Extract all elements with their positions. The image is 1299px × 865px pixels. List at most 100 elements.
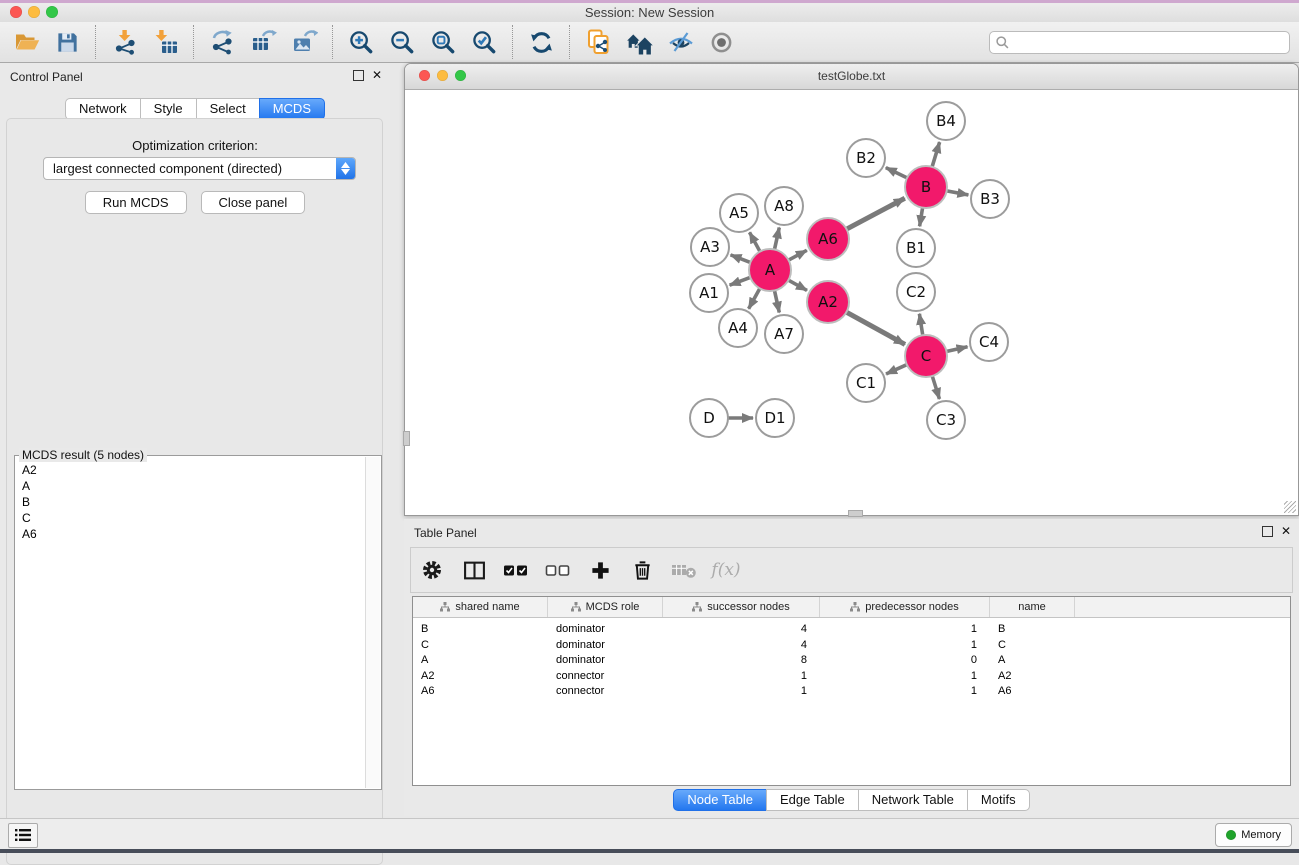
table-settings-button[interactable] [411, 550, 453, 590]
delete-columns-button[interactable] [621, 550, 663, 590]
graph-edge-A-A3[interactable] [731, 255, 753, 263]
graph-node-B3[interactable]: B3 [971, 180, 1009, 218]
cell-name[interactable]: C [990, 638, 1075, 654]
graph-node-A4[interactable]: A4 [719, 309, 757, 347]
window-edge-handle-bottom[interactable] [848, 510, 863, 517]
graph-edge-A-A1[interactable] [730, 277, 753, 286]
task-history-button[interactable] [8, 823, 38, 848]
clear-table-button[interactable] [663, 550, 705, 590]
search-field[interactable] [989, 31, 1290, 54]
select-all-button[interactable] [495, 550, 537, 590]
graph-node-D1[interactable]: D1 [756, 399, 794, 437]
cell-successor-nodes[interactable]: 4 [663, 622, 820, 638]
import-table-button[interactable] [145, 23, 186, 61]
tab-network[interactable]: Network [65, 98, 141, 120]
function-builder-button[interactable]: f(x) [705, 550, 747, 590]
close-panel-icon[interactable]: ✕ [372, 69, 382, 81]
graph-node-C[interactable]: C [905, 335, 947, 377]
column-header-shared-name[interactable]: shared name [413, 597, 548, 617]
cell-successor-nodes[interactable]: 1 [663, 684, 820, 700]
save-session-button[interactable] [47, 23, 88, 61]
graph-edge-A-A6[interactable] [787, 250, 807, 261]
tab-style[interactable]: Style [140, 98, 197, 120]
graph-node-A[interactable]: A [749, 249, 791, 291]
graph-node-C2[interactable]: C2 [897, 273, 935, 311]
mcds-result-item[interactable]: A [22, 478, 365, 494]
graph-edge-B-B2[interactable] [886, 168, 909, 179]
float-table-panel-icon[interactable] [1262, 526, 1273, 537]
zoom-out-button[interactable] [382, 23, 423, 61]
graph-edge-B-B4[interactable] [932, 142, 940, 169]
tab-select[interactable]: Select [196, 98, 260, 120]
mcds-result-item[interactable]: A2 [22, 462, 365, 478]
table-tab-node-table[interactable]: Node Table [673, 789, 767, 811]
graph-node-A8[interactable]: A8 [765, 187, 803, 225]
cell-name[interactable]: A2 [990, 669, 1075, 685]
cell-successor-nodes[interactable]: 8 [663, 653, 820, 669]
graph-node-A1[interactable]: A1 [690, 274, 728, 312]
graph-node-C3[interactable]: C3 [927, 401, 965, 439]
cell-mcds-role[interactable]: dominator [548, 653, 663, 669]
export-table-button[interactable] [243, 23, 284, 61]
column-header-name[interactable]: name [990, 597, 1075, 617]
cell-predecessor-nodes[interactable]: 1 [820, 638, 990, 654]
graph-edge-A-A7[interactable] [774, 289, 779, 313]
mcds-result-item[interactable]: B [22, 494, 365, 510]
cell-shared-name[interactable]: A2 [413, 669, 548, 685]
graph-edge-A-A4[interactable] [749, 287, 761, 309]
float-panel-icon[interactable] [353, 70, 364, 81]
table-tab-edge-table[interactable]: Edge Table [766, 789, 859, 811]
cell-shared-name[interactable]: C [413, 638, 548, 654]
close-table-panel-icon[interactable]: ✕ [1281, 525, 1291, 537]
cell-mcds-role[interactable]: dominator [548, 638, 663, 654]
cell-predecessor-nodes[interactable]: 0 [820, 653, 990, 669]
graph-edge-C-C3[interactable] [932, 374, 940, 399]
column-header-mcds-role[interactable]: MCDS role [548, 597, 663, 617]
column-header-successor-nodes[interactable]: successor nodes [663, 597, 820, 617]
deselect-all-button[interactable] [537, 550, 579, 590]
close-panel-button[interactable]: Close panel [201, 191, 306, 214]
graph-edge-A-A8[interactable] [774, 227, 779, 251]
graph-node-B[interactable]: B [905, 166, 947, 208]
cell-name[interactable]: A [990, 653, 1075, 669]
hide-details-button[interactable] [660, 23, 701, 61]
graph-node-B1[interactable]: B1 [897, 229, 935, 267]
cell-predecessor-nodes[interactable]: 1 [820, 622, 990, 638]
table-tab-network-table[interactable]: Network Table [858, 789, 968, 811]
zoom-fit-button[interactable] [423, 23, 464, 61]
cell-shared-name[interactable]: B [413, 622, 548, 638]
graph-edge-C-C2[interactable] [919, 314, 923, 337]
graph-node-C1[interactable]: C1 [847, 364, 885, 402]
criterion-select[interactable]: largest connected component (directed) [43, 157, 356, 180]
graph-edge-B-B3[interactable] [945, 191, 969, 195]
copy-network-button[interactable] [578, 23, 619, 61]
network-canvas[interactable]: B4B2BB3A8A5A6A3B1AA1C2A2A4A7C4CC1C3DD1 [405, 90, 1298, 515]
graph-node-A2[interactable]: A2 [807, 281, 849, 323]
cell-mcds-role[interactable]: connector [548, 669, 663, 685]
memory-button[interactable]: Memory [1215, 823, 1292, 847]
table-tab-motifs[interactable]: Motifs [967, 789, 1030, 811]
home-button[interactable] [619, 23, 660, 61]
open-session-button[interactable] [6, 23, 47, 61]
graph-edge-A6-B[interactable] [845, 198, 905, 230]
graph-edge-A-A5[interactable] [750, 232, 761, 253]
show-details-button[interactable] [701, 23, 742, 61]
graph-node-B4[interactable]: B4 [927, 102, 965, 140]
create-column-button[interactable] [579, 550, 621, 590]
graph-node-C4[interactable]: C4 [970, 323, 1008, 361]
graph-edge-C-C4[interactable] [945, 347, 968, 352]
cell-predecessor-nodes[interactable]: 1 [820, 684, 990, 700]
mcds-result-item[interactable]: A6 [22, 526, 365, 542]
import-network-button[interactable] [104, 23, 145, 61]
graph-node-A5[interactable]: A5 [720, 194, 758, 232]
show-columns-button[interactable] [453, 550, 495, 590]
cell-mcds-role[interactable]: connector [548, 684, 663, 700]
cell-shared-name[interactable]: A6 [413, 684, 548, 700]
mcds-result-item[interactable]: C [22, 510, 365, 526]
refresh-button[interactable] [521, 23, 562, 61]
graph-node-A6[interactable]: A6 [807, 218, 849, 260]
zoom-in-button[interactable] [341, 23, 382, 61]
graph-node-D[interactable]: D [690, 399, 728, 437]
export-network-button[interactable] [202, 23, 243, 61]
cell-shared-name[interactable]: A [413, 653, 548, 669]
